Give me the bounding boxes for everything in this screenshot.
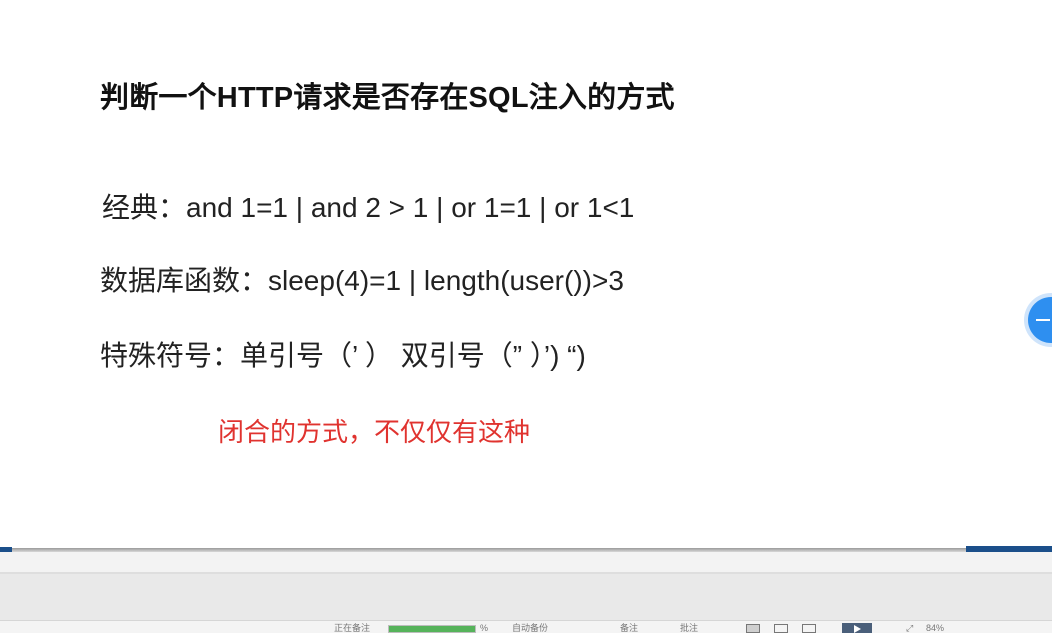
status-notes-button[interactable]: 备注: [620, 623, 638, 633]
status-autosave-label[interactable]: 自动备份: [512, 623, 548, 633]
slide-title: 判断一个HTTP请求是否存在SQL注入的方式: [100, 82, 675, 114]
zoom-level[interactable]: 84%: [926, 623, 944, 633]
play-icon[interactable]: [842, 623, 872, 633]
app-window: 判断一个HTTP请求是否存在SQL注入的方式 经典：and 1=1 | and …: [0, 0, 1052, 633]
status-progress-fill: [389, 626, 475, 632]
slide-canvas[interactable]: 判断一个HTTP请求是否存在SQL注入的方式 经典：and 1=1 | and …: [0, 0, 1052, 548]
status-comments-button[interactable]: 批注: [680, 623, 698, 633]
status-bar: 正在备注 % 自动备份 备注 批注 ⤢ 84%: [0, 620, 1052, 633]
normal-view-icon[interactable]: [746, 624, 760, 633]
zoom-fit-icon[interactable]: ⤢: [906, 623, 913, 633]
notes-panel[interactable]: [0, 574, 1052, 620]
editor-gap: [0, 552, 1052, 572]
special-symbols-text: 特殊符号：单引号（’ ） 双引号（” ）’) “): [100, 340, 586, 371]
reading-view-icon[interactable]: [802, 624, 816, 633]
slide-sorter-icon[interactable]: [774, 624, 788, 633]
status-backup-label: 正在备注: [334, 623, 371, 633]
closure-note-text: 闭合的方式，不仅仅有这种: [218, 417, 531, 447]
db-function-payloads-text: 数据库函数：sleep(4)=1 | length(user())>3: [100, 265, 624, 296]
status-progress-label: %: [480, 623, 489, 633]
status-progress-bar: [388, 625, 476, 633]
classic-payloads-text: 经典：and 1=1 | and 2 > 1 | or 1=1 | or 1<1: [102, 192, 635, 223]
collapse-icon: [1036, 319, 1050, 321]
